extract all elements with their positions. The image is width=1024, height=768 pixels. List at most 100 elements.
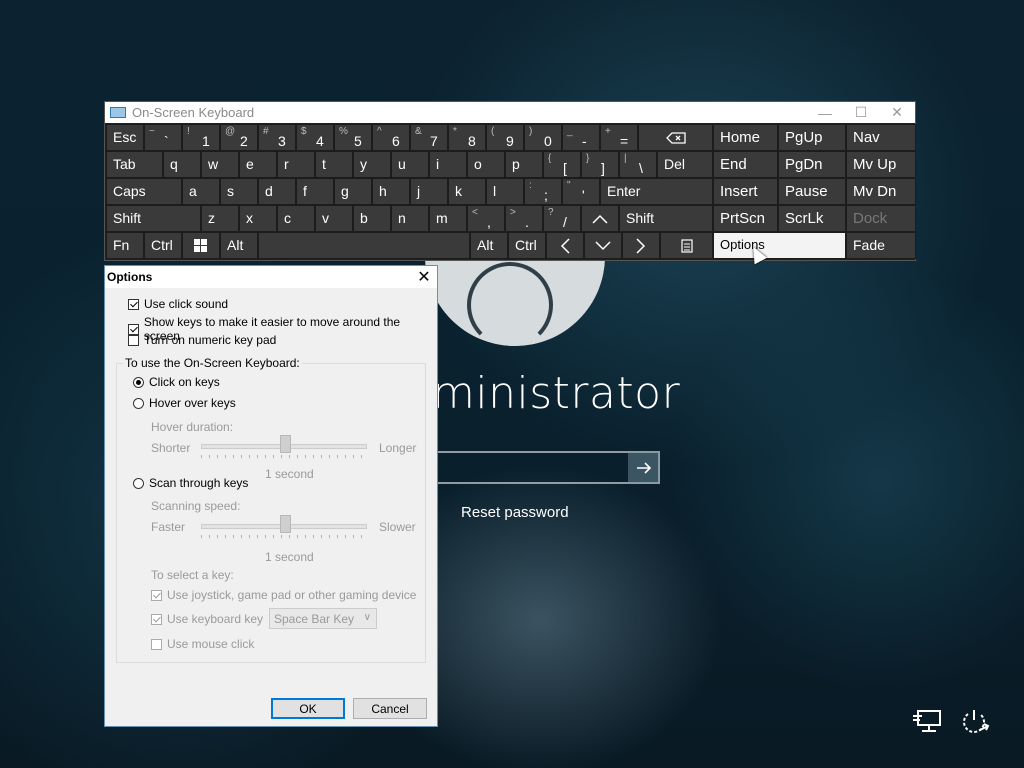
scan-through-keys-radio[interactable]: Scan through keys: [133, 476, 248, 490]
osk-title-bar[interactable]: On-Screen Keyboard — ☐ ✕: [105, 102, 915, 123]
key-[[interactable]: {[: [543, 151, 581, 178]
key-2[interactable]: @2: [220, 124, 258, 151]
key-w[interactable]: w: [201, 151, 239, 178]
key-space[interactable]: [258, 232, 470, 259]
reset-password-link[interactable]: Reset password: [461, 504, 569, 521]
hover-over-keys-radio[interactable]: Hover over keys: [133, 396, 236, 410]
key-options[interactable]: Options: [713, 232, 846, 259]
key-v[interactable]: v: [315, 205, 353, 232]
use-mouse-click-checkbox[interactable]: Use mouse click: [151, 637, 254, 651]
key-c[interactable]: c: [277, 205, 315, 232]
options-title-bar[interactable]: Options ✕: [105, 266, 437, 288]
key-y[interactable]: y: [353, 151, 391, 178]
key-g[interactable]: g: [334, 178, 372, 205]
key-5[interactable]: % 5: [334, 124, 372, 151]
key-backspace[interactable]: [638, 124, 713, 151]
submit-arrow-icon[interactable]: [628, 452, 659, 483]
key-;[interactable]: :;: [524, 178, 562, 205]
key-\[interactable]: | \: [619, 151, 657, 178]
key-4[interactable]: $4: [296, 124, 334, 151]
power-icon[interactable]: [958, 706, 992, 744]
key-'[interactable]: " ': [562, 178, 600, 205]
key-ctrl-right[interactable]: Ctrl: [508, 232, 546, 259]
key-insert[interactable]: Insert: [713, 178, 778, 205]
key-dock[interactable]: Dock: [846, 205, 916, 232]
key--[interactable]: _ -: [562, 124, 600, 151]
key-h[interactable]: h: [372, 178, 410, 205]
key-=[interactable]: + =: [600, 124, 638, 151]
cancel-button[interactable]: Cancel: [353, 698, 427, 719]
key-x[interactable]: x: [239, 205, 277, 232]
key-3[interactable]: #3: [258, 124, 296, 151]
keyboard-key-select[interactable]: Space Bar Key ∨: [269, 608, 377, 629]
key-k[interactable]: k: [448, 178, 486, 205]
key-enter[interactable]: Enter: [600, 178, 713, 205]
key-`[interactable]: ~ `: [144, 124, 182, 151]
key-j[interactable]: j: [410, 178, 448, 205]
key-r[interactable]: r: [277, 151, 315, 178]
key-prtscn[interactable]: PrtScn: [713, 205, 778, 232]
key-u[interactable]: u: [391, 151, 429, 178]
key-ctrl-left[interactable]: Ctrl: [144, 232, 182, 259]
key-n[interactable]: n: [391, 205, 429, 232]
key-pause[interactable]: Pause: [778, 178, 846, 205]
key-shift-left[interactable]: Shift: [106, 205, 201, 232]
key-/[interactable]: ? /: [543, 205, 581, 232]
use-joystick-checkbox[interactable]: Use joystick, game pad or other gaming d…: [151, 588, 416, 602]
key-z[interactable]: z: [201, 205, 239, 232]
key-1[interactable]: ! 1: [182, 124, 220, 151]
options-close-button[interactable]: ✕: [415, 267, 433, 287]
click-on-keys-radio[interactable]: Click on keys: [133, 375, 220, 389]
key-f[interactable]: f: [296, 178, 334, 205]
key-a[interactable]: a: [182, 178, 220, 205]
key-alt-right[interactable]: Alt: [470, 232, 508, 259]
key-8[interactable]: * 8: [448, 124, 486, 151]
key-.[interactable]: >.: [505, 205, 543, 232]
key-m[interactable]: m: [429, 205, 467, 232]
scanning-speed-slider[interactable]: [201, 515, 367, 539]
numeric-keypad-checkbox[interactable]: Turn on numeric key pad: [128, 333, 276, 347]
key-nav[interactable]: Nav: [846, 124, 916, 151]
ok-button[interactable]: OK: [271, 698, 345, 719]
use-click-sound-checkbox[interactable]: Use click sound: [128, 297, 228, 311]
key-fn[interactable]: Fn: [106, 232, 144, 259]
key-tab[interactable]: Tab: [106, 151, 163, 178]
key-caps[interactable]: Caps: [106, 178, 182, 205]
key-i[interactable]: i: [429, 151, 467, 178]
key-][interactable]: }]: [581, 151, 619, 178]
key-alt-left[interactable]: Alt: [220, 232, 258, 259]
network-icon[interactable]: [912, 708, 944, 742]
key-p[interactable]: p: [505, 151, 543, 178]
key-q[interactable]: q: [163, 151, 201, 178]
key-pgup[interactable]: PgUp: [778, 124, 846, 151]
key-right[interactable]: [622, 232, 660, 259]
key-,[interactable]: <,: [467, 205, 505, 232]
key-up[interactable]: [581, 205, 619, 232]
key-l[interactable]: l: [486, 178, 524, 205]
key-mv-up[interactable]: Mv Up: [846, 151, 916, 178]
minimize-button[interactable]: —: [807, 102, 843, 123]
key-home[interactable]: Home: [713, 124, 778, 151]
key-shift-right[interactable]: Shift: [619, 205, 713, 232]
key-0[interactable]: ) 0: [524, 124, 562, 151]
key-6[interactable]: ^ 6: [372, 124, 410, 151]
key-windows[interactable]: [182, 232, 220, 259]
key-t[interactable]: t: [315, 151, 353, 178]
key-scrlk[interactable]: ScrLk: [778, 205, 846, 232]
key-end[interactable]: End: [713, 151, 778, 178]
key-fade[interactable]: Fade: [846, 232, 916, 259]
key-7[interactable]: & 7: [410, 124, 448, 151]
key-s[interactable]: s: [220, 178, 258, 205]
close-button[interactable]: ✕: [879, 102, 915, 123]
use-keyboard-key-checkbox[interactable]: Use keyboard key: [151, 612, 263, 626]
key-mv-dn[interactable]: Mv Dn: [846, 178, 916, 205]
key-o[interactable]: o: [467, 151, 505, 178]
key-9[interactable]: (9: [486, 124, 524, 151]
key-d[interactable]: d: [258, 178, 296, 205]
hover-duration-slider[interactable]: [201, 435, 367, 459]
key-down[interactable]: [584, 232, 622, 259]
key-del[interactable]: Del: [657, 151, 713, 178]
key-pgdn[interactable]: PgDn: [778, 151, 846, 178]
maximize-button[interactable]: ☐: [843, 102, 879, 123]
key-left[interactable]: [546, 232, 584, 259]
